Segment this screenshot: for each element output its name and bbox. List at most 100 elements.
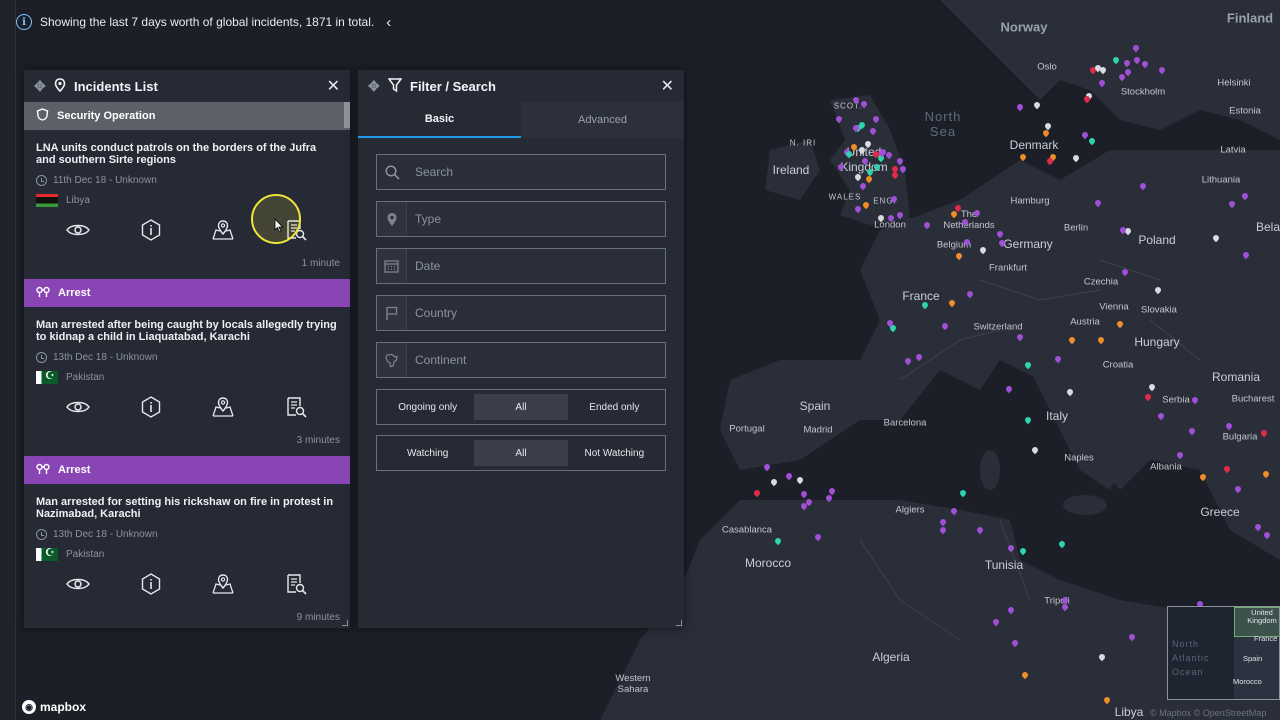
filter-search-panel: ✥ Filter / Search ✕ Basic Advanced Searc… (358, 70, 684, 628)
incident-date: 13th Dec 18 - Unknown (53, 351, 158, 363)
close-icon[interactable]: ✕ (327, 76, 340, 96)
minimap-label-morocco: Morocco (1233, 677, 1262, 686)
minimap-label-united-kingdom: United Kingdom (1247, 608, 1277, 625)
continent-field[interactable]: Continent (376, 342, 666, 378)
details-info-icon[interactable] (138, 394, 164, 420)
minimap-label-france: France (1254, 634, 1278, 643)
incident-time-ago: 9 minutes (296, 612, 340, 623)
map-label-portugal: Portugal (729, 423, 765, 435)
search-input[interactable]: Search (376, 154, 666, 190)
minimap-label-spain: Spain (1243, 654, 1263, 663)
map-label-morocco: Morocco (744, 556, 792, 570)
move-handle-icon[interactable]: ✥ (34, 78, 46, 95)
pakistan-flag-icon (36, 546, 58, 561)
incident-card[interactable]: Arrest Man arrested for setting his rick… (24, 456, 350, 628)
incident-actions (24, 207, 350, 245)
map-label-helsinki: Helsinki (1217, 77, 1251, 89)
location-pin-icon (377, 202, 407, 236)
map-label-germany: Germany (1003, 237, 1053, 251)
map-label-stockholm: Stockholm (1120, 86, 1166, 98)
incident-title[interactable]: LNA units conduct patrols on the borders… (24, 130, 350, 170)
map-label-austria: Austria (1070, 316, 1100, 328)
category-bar-security-operation: Security Operation (24, 102, 350, 130)
show-on-map-icon[interactable] (210, 394, 236, 420)
map-label-norway: Norway (1000, 19, 1048, 35)
mapbox-logo[interactable]: ◉ mapbox (22, 700, 86, 714)
map-label-barcelona: Barcelona (883, 417, 927, 429)
type-field[interactable]: Type (376, 201, 666, 237)
incidents-panel-header[interactable]: ✥ Incidents List ✕ (24, 70, 350, 102)
map-label-vienna: Vienna (1099, 301, 1129, 313)
collapse-chevron-icon[interactable]: ‹ (386, 14, 391, 31)
incidents-list-panel: ✥ Incidents List ✕ Security Operation LN… (24, 70, 350, 628)
map-label-finland: Finland (1226, 10, 1274, 26)
category-label: Arrest (58, 287, 91, 299)
map-label-france: France (902, 289, 940, 303)
incidents-panel-title: Incidents List (74, 78, 158, 94)
watch-eye-icon[interactable] (65, 571, 91, 597)
incident-time-ago: 3 minutes (296, 435, 340, 446)
incident-card[interactable]: Arrest Man arrested after being caught b… (24, 279, 350, 456)
status-option-all[interactable]: All (474, 394, 568, 420)
resize-handle[interactable] (342, 620, 348, 626)
map-label-naples: Naples (1064, 452, 1094, 464)
status-filter-segment: Ongoing only All Ended only (376, 389, 666, 425)
watch-option-watching[interactable]: Watching (381, 440, 474, 466)
tab-basic[interactable]: Basic (358, 102, 521, 138)
close-icon[interactable]: ✕ (661, 76, 674, 96)
incident-summary-text: Showing the last 7 days worth of global … (40, 15, 375, 29)
category-bar-arrest: Arrest (24, 279, 350, 307)
category-label: Arrest (58, 464, 91, 476)
map-label-casablanca: Casablanca (721, 524, 773, 536)
report-search-icon[interactable] (283, 394, 309, 420)
overview-minimap[interactable]: United Kingdom France Spain Morocco Nort… (1167, 606, 1280, 700)
map-label-ireland: Ireland (772, 163, 810, 177)
status-option-ongoing[interactable]: Ongoing only (381, 394, 474, 420)
map-label-serbia: Serbia (1162, 394, 1190, 406)
show-on-map-icon[interactable] (210, 217, 236, 243)
country-field[interactable]: Country (376, 295, 666, 331)
map-label-slovakia: Slovakia (1141, 304, 1177, 316)
scrollbar-thumb[interactable] (344, 102, 350, 128)
map-label-tunisia: Tunisia (984, 558, 1024, 572)
tab-advanced[interactable]: Advanced (521, 102, 684, 138)
shield-icon (36, 108, 49, 124)
map-label-bulgaria: Bulgaria (1222, 431, 1258, 443)
details-info-icon[interactable] (138, 217, 164, 243)
incident-country: Pakistan (66, 548, 105, 560)
info-icon: i (16, 14, 32, 30)
map-label-italy: Italy (1045, 409, 1069, 423)
map-label-wales: WALES (828, 192, 862, 202)
watch-option-not-watching[interactable]: Not Watching (568, 440, 661, 466)
resize-handle[interactable] (676, 620, 682, 626)
continent-placeholder: Continent (415, 353, 467, 367)
minimap-label-atlantic: North Atlantic Ocean (1172, 639, 1210, 677)
type-placeholder: Type (415, 212, 442, 226)
filter-tabs: Basic Advanced (358, 102, 684, 138)
incident-title[interactable]: Man arrested for setting his rickshaw on… (24, 484, 350, 524)
map-label-denmark: Denmark (1009, 138, 1059, 152)
incident-card[interactable]: Security Operation LNA units conduct pat… (24, 102, 350, 279)
clock-icon (36, 351, 47, 363)
search-icon (377, 155, 407, 189)
show-on-map-icon[interactable] (210, 571, 236, 597)
incident-title[interactable]: Man arrested after being caught by local… (24, 307, 350, 347)
watch-eye-icon[interactable] (65, 394, 91, 420)
incident-time-ago: 1 minute (301, 258, 340, 269)
details-info-icon[interactable] (138, 571, 164, 597)
filter-panel-header[interactable]: ✥ Filter / Search ✕ (358, 70, 684, 102)
left-sidebar-strip (0, 0, 16, 720)
map-label-hungary: Hungary (1134, 335, 1180, 349)
move-handle-icon[interactable]: ✥ (368, 78, 380, 95)
watch-eye-icon[interactable] (65, 217, 91, 243)
date-field[interactable]: Date (376, 248, 666, 284)
incident-country: Libya (66, 194, 90, 206)
watch-option-all[interactable]: All (474, 440, 568, 466)
handcuffs-icon (36, 286, 50, 301)
incidents-scroll-area[interactable]: Security Operation LNA units conduct pat… (24, 102, 350, 628)
map-attribution[interactable]: © Mapbox © OpenStreetMap (1150, 708, 1266, 718)
map-label-latvia: Latvia (1220, 144, 1246, 156)
filter-panel-title: Filter / Search (410, 78, 496, 94)
status-option-ended[interactable]: Ended only (568, 394, 661, 420)
report-search-icon[interactable] (283, 571, 309, 597)
